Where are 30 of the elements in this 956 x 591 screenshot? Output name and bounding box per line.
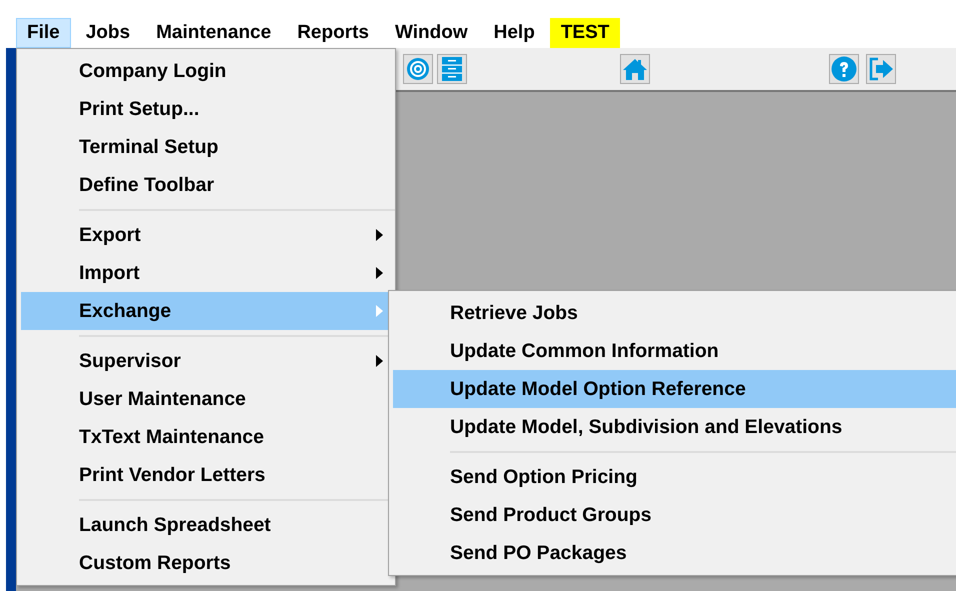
menu-item[interactable]: Send Product Groups	[393, 496, 956, 534]
menu-title[interactable]: Jobs	[74, 18, 142, 48]
menu-item[interactable]: Define Toolbar	[21, 166, 393, 204]
environment-label: TEST	[550, 18, 620, 48]
target-icon	[406, 57, 430, 81]
menu-item[interactable]: Company Login	[21, 52, 393, 90]
menu-title[interactable]: Reports	[286, 18, 380, 48]
menu-title[interactable]: Window	[384, 18, 479, 48]
toolbar-button[interactable]	[437, 54, 467, 84]
toolbar-button[interactable]	[403, 54, 433, 84]
menu-item[interactable]: Send PO Packages	[393, 534, 956, 572]
toolbar-button[interactable]	[866, 54, 896, 84]
menu-title[interactable]: Maintenance	[145, 18, 282, 48]
menu-item[interactable]: Update Model, Subdivision and Elevations	[393, 408, 956, 446]
menu-item[interactable]: Print Setup...	[21, 90, 393, 128]
exit-icon	[868, 57, 894, 81]
menu-item[interactable]: Export	[21, 216, 393, 254]
menu-item[interactable]: Update Model Option Reference	[393, 370, 956, 408]
menu-title[interactable]: File	[16, 18, 71, 48]
home-icon	[622, 57, 648, 81]
menu-item[interactable]: Terminal Setup	[21, 128, 393, 166]
menu-item[interactable]: Retrieve Jobs	[393, 294, 956, 332]
menu-item[interactable]: Import	[21, 254, 393, 292]
menu-item[interactable]: Update Common Information	[393, 332, 956, 370]
toolbar-button[interactable]	[620, 54, 650, 84]
cabinet-icon	[441, 56, 463, 82]
toolbar-button[interactable]	[829, 54, 859, 84]
menu-title[interactable]: Help	[482, 18, 546, 48]
menu-item[interactable]: Send Option Pricing	[393, 458, 956, 496]
help-icon	[831, 56, 857, 82]
